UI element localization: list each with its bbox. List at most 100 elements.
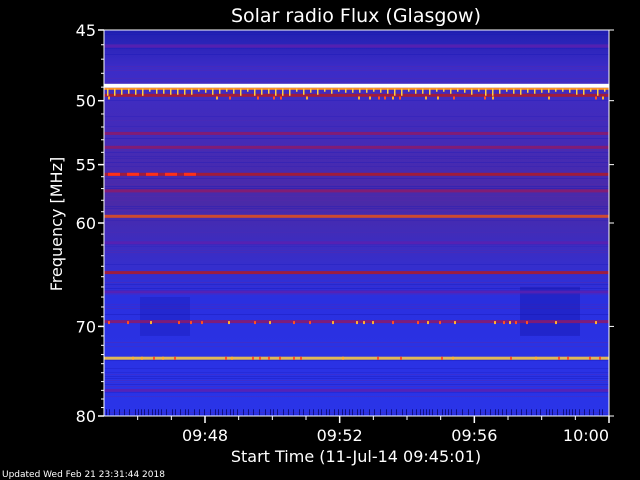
bottom-stripe [579, 409, 580, 416]
texture-streak [104, 178, 609, 179]
texture-streak [104, 120, 609, 121]
spike-mark [457, 88, 459, 92]
bottom-stripe [442, 409, 443, 416]
spot [372, 321, 374, 325]
texture-streak [104, 54, 609, 55]
y-tick-label-50: 50 [76, 92, 96, 111]
spike-mark [597, 88, 599, 96]
spot [378, 96, 380, 100]
spot [392, 321, 394, 325]
texture-streak [104, 70, 609, 71]
spike-mark [562, 88, 564, 92]
spot [484, 96, 486, 100]
texture-streak [104, 392, 609, 393]
texture-streak [104, 156, 609, 157]
bottom-stripe [363, 409, 364, 416]
band-49.6 [104, 93, 609, 97]
texture-streak [104, 232, 609, 233]
spike-mark [422, 88, 424, 94]
spike-mark [569, 88, 571, 93]
bottom-stripe [283, 409, 284, 416]
spot [369, 96, 371, 100]
band-core [104, 84, 609, 87]
texture-streak [104, 196, 609, 197]
spike-mark [401, 88, 403, 96]
bottom-stripe [226, 409, 227, 416]
bottom-stripe [416, 409, 417, 416]
texture-streak [104, 162, 609, 163]
y-axis-label: Frequency [MHz] [47, 157, 66, 291]
bottom-stripe [391, 409, 392, 416]
spot [306, 96, 308, 100]
bottom-stripe [456, 409, 457, 416]
texture-streak [104, 66, 609, 67]
texture-streak [104, 166, 609, 167]
spike-mark [107, 88, 109, 96]
texture-streak [104, 252, 609, 253]
spike-mark [590, 88, 592, 92]
bottom-stripe [563, 409, 564, 416]
bottom-stripe [480, 409, 481, 416]
spike-mark [317, 88, 319, 95]
texture-streak [104, 206, 609, 207]
spike-mark [478, 88, 480, 92]
spike-mark [233, 88, 235, 94]
texture-streak [104, 382, 609, 383]
bottom-stripe [451, 409, 452, 416]
bottom-stripe [321, 409, 322, 416]
spike-mark [499, 88, 501, 94]
bottom-stripe [161, 409, 162, 416]
bottom-stripe [420, 409, 421, 416]
bottom-stripe [349, 409, 350, 416]
spot [268, 356, 270, 360]
texture-streak [104, 372, 609, 373]
texture-streak [104, 220, 609, 221]
spike-mark [380, 88, 382, 93]
bottom-stripe [448, 409, 449, 416]
spot [174, 356, 176, 360]
texture-streak [104, 386, 609, 387]
spot [510, 356, 512, 360]
spot [454, 321, 456, 325]
bottom-stripe [429, 409, 430, 416]
bottom-stripe [237, 409, 238, 416]
spike-mark [128, 88, 130, 94]
spike-mark [324, 88, 326, 92]
bottom-stripe [406, 409, 407, 416]
bottom-stripe [593, 409, 594, 416]
texture-streak [104, 368, 609, 369]
texture-streak [104, 380, 609, 381]
spot [231, 356, 233, 360]
spot [392, 96, 394, 100]
spike-mark [485, 88, 487, 96]
texture-streak [104, 396, 609, 397]
spike-mark [436, 88, 438, 92]
bottom-stripe [402, 409, 403, 416]
texture-streak [104, 126, 609, 127]
bottom-stripe [313, 409, 314, 416]
bottom-stripe [144, 409, 145, 416]
spot [602, 96, 604, 100]
bottom-stripe [552, 409, 553, 416]
bottom-stripe [243, 409, 244, 416]
band-64.6 [104, 271, 609, 275]
texture-streak [104, 128, 609, 129]
band-53.6 [104, 145, 609, 149]
bottom-stripe [506, 409, 507, 416]
spot [363, 321, 365, 325]
bottom-stripe [345, 409, 346, 416]
spot [384, 96, 386, 100]
bottom-stripe [338, 409, 339, 416]
bottom-stripe [546, 409, 547, 416]
spike-mark [310, 88, 312, 93]
spike-mark [149, 88, 151, 92]
texture-streak [104, 158, 609, 159]
spot [252, 356, 254, 360]
band-57.2 [104, 189, 609, 193]
texture-streak [104, 378, 609, 379]
bottom-stripe [374, 409, 375, 416]
bottom-stripe [569, 409, 570, 416]
bottom-stripe [445, 409, 446, 416]
spot [452, 356, 454, 360]
bottom-stripe [109, 409, 110, 416]
